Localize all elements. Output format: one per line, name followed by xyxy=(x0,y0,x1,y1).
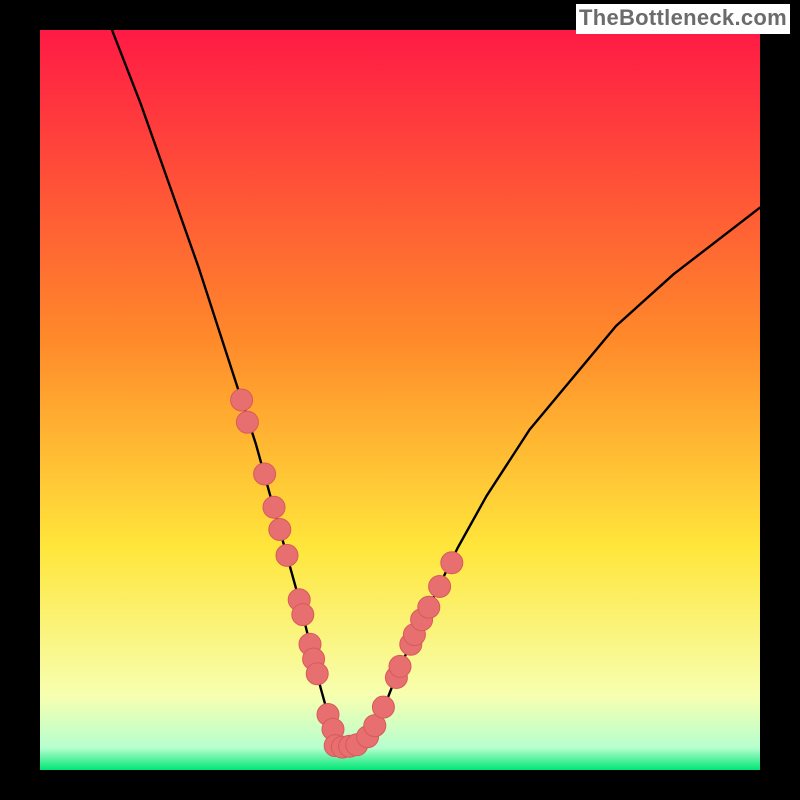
data-marker xyxy=(269,519,291,541)
data-marker xyxy=(418,596,440,618)
data-marker xyxy=(441,552,463,574)
bottleneck-chart xyxy=(0,0,800,800)
data-marker xyxy=(372,696,394,718)
data-marker xyxy=(276,544,298,566)
data-marker xyxy=(263,496,285,518)
data-marker xyxy=(231,389,253,411)
data-marker xyxy=(429,576,451,598)
data-marker xyxy=(389,655,411,677)
data-marker xyxy=(306,663,328,685)
data-marker xyxy=(236,411,258,433)
data-marker xyxy=(254,463,276,485)
watermark-label: TheBottleneck.com xyxy=(576,4,790,34)
data-marker xyxy=(292,604,314,626)
chart-frame: TheBottleneck.com xyxy=(0,0,800,800)
